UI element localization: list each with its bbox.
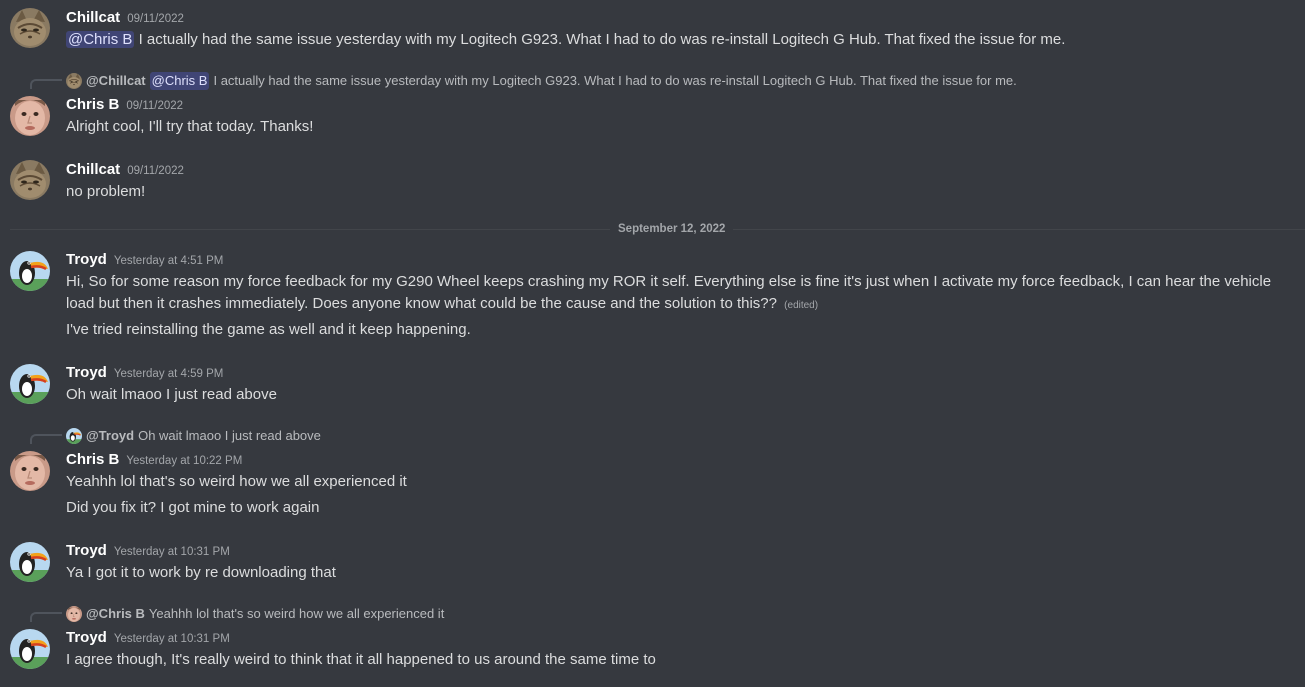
message-text: Oh wait lmaoo I just read above — [66, 386, 277, 403]
reply-preview[interactable]: @Chillcat @Chris B I actually had the sa… — [66, 72, 1017, 90]
message-author[interactable]: Chris B — [66, 451, 119, 468]
date-divider-label: September 12, 2022 — [610, 222, 734, 236]
message-timestamp[interactable]: Yesterday at 10:31 PM — [114, 546, 230, 558]
reply-text: I actually had the same issue yesterday … — [213, 73, 1017, 88]
message-text: I agree though, It's really weird to thi… — [66, 651, 656, 668]
message-text: Hi, So for some reason my force feedback… — [66, 273, 1272, 312]
message-timestamp[interactable]: 09/11/2022 — [127, 165, 184, 177]
reply-author: @Chris B — [86, 606, 145, 621]
reply-spine — [30, 612, 62, 622]
message-text: Ya I got it to work by re downloading th… — [66, 564, 336, 581]
bird-avatar-icon — [66, 428, 82, 444]
reply-text: Oh wait lmaoo I just read above — [138, 428, 321, 443]
message-timestamp[interactable]: 09/11/2022 — [127, 13, 184, 25]
edited-indicator: (edited) — [784, 300, 819, 311]
bird-avatar-icon[interactable] — [10, 364, 50, 404]
message-text: I actually had the same issue yesterday … — [138, 31, 1066, 48]
reply-text: Yeahhh lol that's so weird how we all ex… — [148, 606, 445, 621]
reply-preview[interactable]: @Chris B Yeahhh lol that's so weird how … — [66, 605, 444, 623]
message-text: Alright cool, I'll try that today. Thank… — [66, 118, 314, 135]
face-avatar-icon[interactable] — [10, 451, 50, 491]
message-author[interactable]: Chris B — [66, 96, 119, 113]
reply-mention: @Chris B — [149, 72, 210, 90]
message-author[interactable]: Chillcat — [66, 161, 120, 178]
bird-avatar-icon[interactable] — [10, 251, 50, 291]
message-timestamp[interactable]: 09/11/2022 — [126, 100, 183, 112]
message-text: no problem! — [66, 183, 146, 200]
message-author[interactable]: Troyd — [66, 364, 107, 381]
message-author[interactable]: Troyd — [66, 629, 107, 646]
message-text-continued: Did you fix it? I got mine to work again — [66, 499, 320, 516]
face-avatar-icon[interactable] — [10, 96, 50, 136]
user-mention[interactable]: @Chris B — [66, 31, 135, 48]
reply-spine — [30, 79, 62, 89]
message-timestamp[interactable]: Yesterday at 10:31 PM — [114, 633, 230, 645]
bird-avatar-icon[interactable] — [10, 629, 50, 669]
reply-author: @Troyd — [86, 428, 135, 443]
message-text: Yeahhh lol that's so weird how we all ex… — [66, 473, 407, 490]
message-text-continued: I've tried reinstalling the game as well… — [66, 321, 471, 338]
reply-preview[interactable]: @Troyd Oh wait lmaoo I just read above — [66, 427, 321, 445]
cat-avatar-icon — [66, 73, 82, 89]
message-timestamp[interactable]: Yesterday at 4:59 PM — [114, 368, 224, 380]
message-timestamp[interactable]: Yesterday at 10:22 PM — [126, 455, 242, 467]
reply-spine — [30, 434, 62, 444]
cat-avatar-icon[interactable] — [10, 8, 50, 48]
face-avatar-icon — [66, 606, 82, 622]
bird-avatar-icon[interactable] — [10, 542, 50, 582]
cat-avatar-icon[interactable] — [10, 160, 50, 200]
chat-messages-pane: Chillcat 09/11/2022 @Chris B I actually h… — [0, 0, 1305, 687]
message-timestamp[interactable]: Yesterday at 4:51 PM — [114, 255, 224, 267]
message-author[interactable]: Troyd — [66, 542, 107, 559]
message-author[interactable]: Chillcat — [66, 9, 120, 26]
message-author[interactable]: Troyd — [66, 251, 107, 268]
reply-author: @Chillcat — [86, 73, 146, 88]
